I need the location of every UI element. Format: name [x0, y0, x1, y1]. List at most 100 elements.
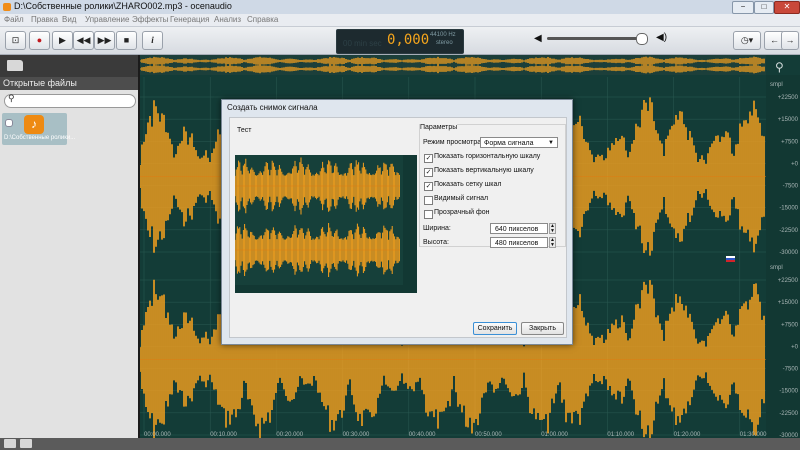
unit-label: smpl: [770, 82, 783, 88]
show-vertical-scale-checkbox[interactable]: ✓: [424, 168, 433, 177]
open-files-label: Открытые файлы: [3, 78, 77, 88]
file-search-input[interactable]: ⚲: [4, 93, 136, 108]
unit-label: smpl: [770, 265, 783, 271]
open-files-header: Открытые файлы: [0, 77, 138, 90]
panel-toolbar: [0, 55, 138, 77]
loop-button[interactable]: ⊡: [5, 31, 26, 50]
volume-high-icon: ◀): [656, 32, 668, 43]
save-button[interactable]: Сохранить: [473, 322, 517, 335]
amplitude-tick-label: +0: [791, 344, 799, 350]
amplitude-tick-label: -22500: [779, 228, 798, 234]
sample-rate: 44100 Hz: [430, 32, 456, 38]
fast-forward-button[interactable]: ▶▶: [94, 31, 115, 50]
volume-slider[interactable]: [547, 37, 647, 40]
menu-generate[interactable]: Генерация: [170, 15, 209, 24]
width-label: Ширина:: [423, 225, 451, 232]
width-stepper[interactable]: ▲ ▼: [549, 223, 556, 234]
minimize-button[interactable]: −: [732, 1, 754, 14]
lcd-ghost-digits: 00 min sec: [343, 39, 382, 48]
width-input[interactable]: 640 пикселов: [490, 223, 548, 234]
search-icon: ⚲: [8, 93, 15, 103]
visible-signal-label: Видимый сигнал: [434, 195, 489, 202]
maximize-button[interactable]: □: [754, 1, 774, 14]
preview-scale-panel: [403, 155, 417, 293]
amplitude-tick-label: -15000: [779, 206, 798, 212]
volume-slider-handle[interactable]: [636, 33, 648, 45]
clock-icon: ◷▾: [740, 35, 754, 45]
view-mode-label: Режим просмотра:: [423, 139, 484, 146]
forward-button[interactable]: →: [781, 31, 799, 50]
record-button[interactable]: ●: [29, 31, 50, 50]
menu-file[interactable]: Файл: [4, 15, 24, 24]
amplitude-tick-label: +7500: [781, 139, 799, 145]
view-list-icon[interactable]: [20, 439, 32, 448]
view-mode-select[interactable]: Форма сигнала ▼: [480, 137, 558, 148]
amplitude-tick-label: +7500: [781, 322, 799, 328]
flag-icon: [726, 256, 735, 262]
chevron-down-icon: ▼: [548, 140, 554, 146]
amplitude-tick-label: -7500: [783, 184, 799, 190]
amplitude-tick-label: +15000: [778, 117, 799, 123]
toolbar: ⊡ ● ▶ ◀◀ ▶▶ ■ i 00 min sec 0,000 44100 H…: [0, 27, 800, 55]
height-label: Высота:: [423, 239, 449, 246]
arrow-right-icon: →: [785, 35, 795, 45]
parameters-label: Параметры: [420, 124, 458, 131]
menu-edit[interactable]: Правка: [31, 15, 58, 24]
file-name: D:\Собственные ролики...: [4, 135, 76, 141]
amplitude-tick-label: +0: [791, 161, 799, 167]
channel-mode: stereo: [436, 40, 453, 46]
transparent-background-checkbox[interactable]: [424, 210, 433, 219]
file-item[interactable]: ♪ D:\Собственные ролики...: [2, 113, 75, 145]
current-time: 0,000: [387, 32, 430, 48]
snapshot-preview: [235, 155, 417, 293]
file-select-radio[interactable]: [5, 119, 13, 127]
play-button[interactable]: ▶: [52, 31, 73, 50]
visible-signal-checkbox[interactable]: [424, 196, 433, 205]
close-dialog-button[interactable]: Закрыть: [521, 322, 564, 335]
show-horizontal-scale-checkbox[interactable]: ✓: [424, 154, 433, 163]
status-bar: [0, 438, 800, 450]
title-bar: D:\Собственные ролики\ZHARO002.mp3 - oce…: [0, 0, 800, 15]
preview-label: Тест: [237, 127, 252, 134]
folder-icon[interactable]: [7, 60, 23, 71]
menu-help[interactable]: Справка: [247, 15, 278, 24]
amplitude-tick-label: -30000: [779, 250, 798, 256]
menu-bar: Файл Правка Вид Управление Эффекты Генер…: [0, 14, 800, 27]
amplitude-tick-label: +22500: [778, 95, 799, 101]
rewind-button[interactable]: ◀◀: [73, 31, 94, 50]
music-note-icon: ♪: [24, 115, 44, 134]
time-display: 00 min sec 0,000 44100 Hz stereo: [336, 29, 464, 54]
dialog-body: Тест Параметры Режим просмотра: Форма си…: [229, 117, 567, 338]
play-icon: ▶: [59, 35, 66, 45]
clock-menu-button[interactable]: ◷▾: [733, 31, 761, 50]
overview-strip[interactable]: [140, 55, 766, 75]
fast-forward-icon: ▶▶: [97, 35, 112, 45]
volume-low-icon: ◀: [534, 33, 542, 44]
height-input[interactable]: 480 пикселов: [490, 237, 548, 248]
arrow-left-icon: ←: [770, 35, 779, 45]
height-stepper[interactable]: ▲ ▼: [549, 237, 556, 248]
snapshot-dialog: Создать снимок сигнала Тест Параметры Ре…: [221, 99, 573, 345]
amplitude-tick-label: -15000: [779, 389, 798, 395]
info-button[interactable]: i: [142, 31, 163, 50]
close-button[interactable]: ✕: [774, 1, 800, 14]
y-scale-panel: [766, 75, 800, 438]
menu-view[interactable]: Вид: [62, 15, 76, 24]
transparent-background-label: Прозрачный фон: [434, 209, 490, 216]
menu-control[interactable]: Управление: [85, 15, 129, 24]
show-vertical-scale-label: Показать вертикальную шкалу: [434, 167, 534, 174]
show-grid-checkbox[interactable]: ✓: [424, 182, 433, 191]
stop-icon: ■: [123, 35, 130, 45]
window-title: D:\Собственные ролики\ZHARO002.mp3 - oce…: [14, 1, 232, 11]
menu-analysis[interactable]: Анализ: [214, 15, 241, 24]
view-grid-icon[interactable]: [4, 439, 16, 448]
menu-effects[interactable]: Эффекты: [132, 15, 168, 24]
record-icon: ●: [36, 35, 43, 45]
stop-button[interactable]: ■: [116, 31, 137, 50]
files-panel: Открытые файлы ⚲ ♪ D:\Собственные ролики…: [0, 55, 138, 438]
view-mode-value: Форма сигнала: [484, 140, 534, 147]
rewind-icon: ◀◀: [76, 35, 91, 45]
zoom-icon[interactable]: ⚲: [775, 60, 784, 74]
preview-time-ruler: [235, 285, 417, 293]
amplitude-tick-label: -22500: [779, 411, 798, 417]
